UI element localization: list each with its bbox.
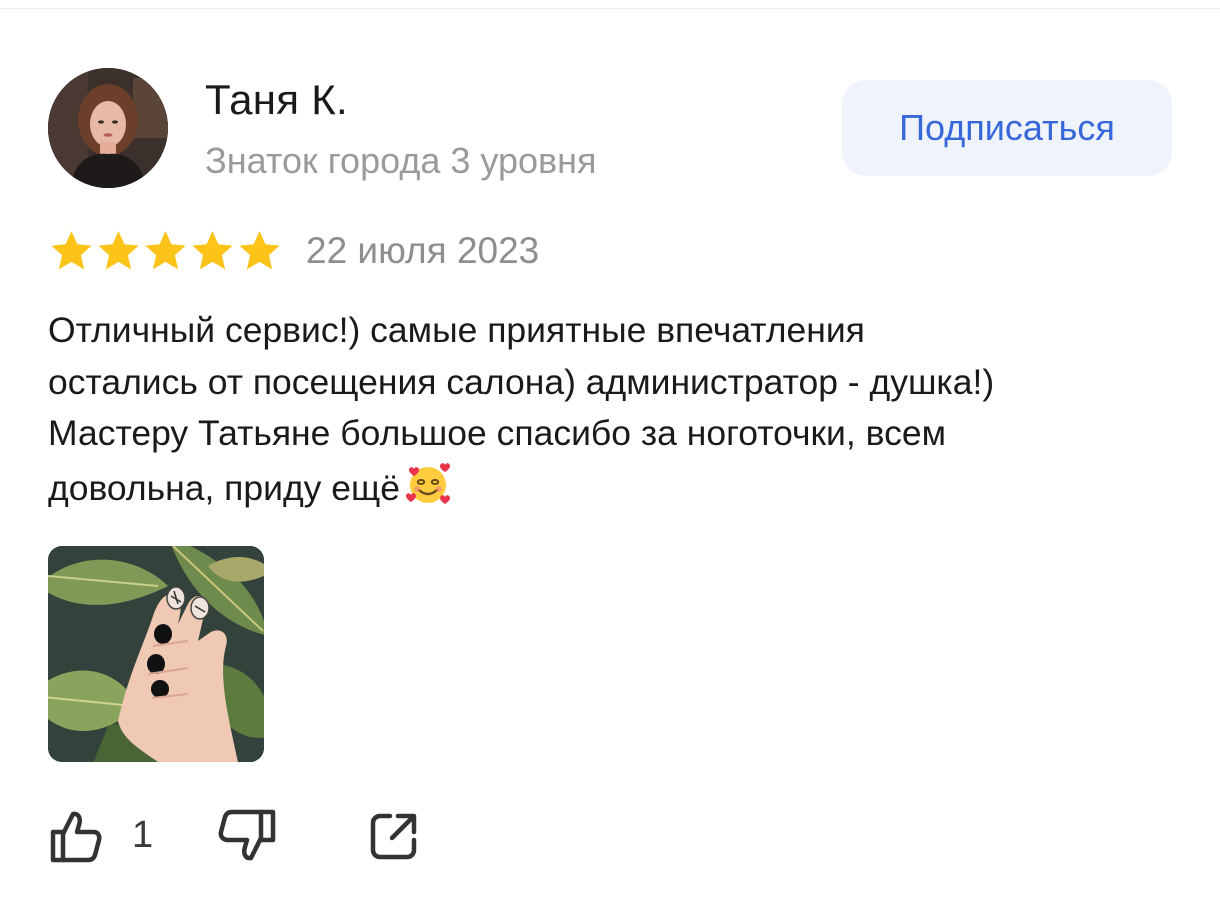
star-icon [98,231,139,270]
review-text: Отличный сервис!) самые приятные впечатл… [48,305,1188,514]
like-button[interactable]: 1 [48,806,168,866]
author-name[interactable]: Таня К. [205,74,348,126]
star-icon [239,231,280,270]
review-photo[interactable] [48,546,264,762]
manicure-photo [48,546,264,762]
review-text-line-last: довольна, приду ещё [48,460,1188,515]
like-count: 1 [132,814,154,856]
review-text-line: Мастеру Татьяне большое спасибо за ногот… [48,413,946,453]
review-date: 22 июля 2023 [306,230,540,271]
thumbs-down-icon [218,809,276,861]
review-text-line: довольна, приду ещё [48,467,400,508]
review-text-line: Отличный сервис!) самые приятные впечатл… [48,310,865,350]
share-icon [370,813,417,860]
thumbs-up-icon [50,811,102,863]
subscribe-button[interactable]: Подписаться [842,80,1172,176]
dislike-button[interactable] [216,806,282,866]
rating-stars [48,228,283,274]
avatar-image [48,68,168,188]
star-icon [51,231,92,270]
review-text-line: остались от посещения салона) администра… [48,361,995,402]
star-icon [192,231,233,270]
share-button[interactable] [364,806,424,866]
smiling-face-with-hearts-icon [405,462,450,504]
top-divider [0,8,1220,9]
author-avatar[interactable] [48,68,168,188]
star-icon [145,231,186,270]
author-level: Знаток города 3 уровня [205,140,597,181]
